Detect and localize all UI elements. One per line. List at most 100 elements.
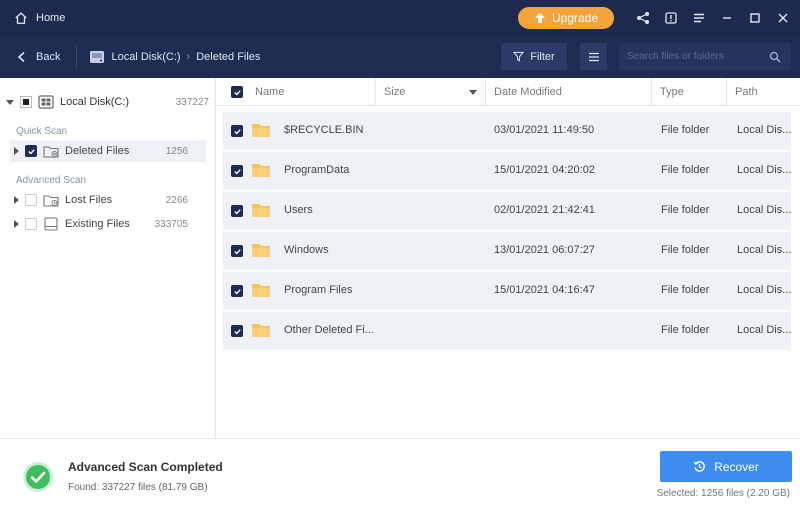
column-header-size[interactable]: Size [376,78,486,106]
breadcrumb-item-disk[interactable]: Local Disk(C:) [111,51,180,63]
row-checkbox[interactable] [231,125,243,137]
filter-icon [513,51,525,62]
root-checkbox[interactable] [20,96,32,108]
column-header-label: Size [384,86,406,98]
sidebar-item-lost-files[interactable]: Lost Files 2266 [10,189,206,211]
cell-name: Windows [284,244,329,256]
home-button[interactable]: Home [14,11,65,25]
column-header-path[interactable]: Path [727,78,800,106]
upgrade-button[interactable]: Upgrade [518,7,614,29]
share-icon[interactable] [636,11,650,25]
column-header-name[interactable]: Name [217,78,376,106]
folder-icon [252,324,270,337]
sidebar-item-count: 2266 [165,194,188,206]
cell-date: 13/01/2021 06:07:27 [494,244,595,256]
cell-name: ProgramData [284,164,350,176]
cell-name: Other Deleted Fi... [284,324,374,336]
tree-root-local-disk[interactable]: Local Disk(C:) 337227 [6,94,211,110]
title-bar: Home Upgrade [0,0,800,36]
back-label: Back [36,51,61,63]
row-checkbox[interactable] [231,285,243,297]
column-header-label: Name [255,86,285,98]
home-icon [15,12,27,24]
expand-triangle-icon[interactable] [14,147,19,155]
feedback-icon[interactable] [664,11,678,25]
cell-path: Local Dis... [737,244,791,256]
recover-label: Recover [714,459,759,474]
cell-type: File folder [661,284,710,296]
root-count: 337227 [175,96,209,108]
scan-found-summary: Found: 337227 files (81.79 GB) [68,482,208,493]
maximize-icon[interactable] [748,11,762,25]
sidebar-item-label: Existing Files [65,218,130,230]
success-check-icon [23,462,53,492]
close-icon[interactable] [776,11,790,25]
minimize-icon[interactable] [720,11,734,25]
list-view-button[interactable] [580,43,607,70]
expand-triangle-icon[interactable] [14,220,19,228]
row-checkbox[interactable] [231,325,243,337]
menu-icon[interactable] [692,11,706,25]
sidebar-item-count: 1256 [165,145,188,157]
cell-type: File folder [661,164,710,176]
select-all-checkbox[interactable] [231,86,243,98]
table-row[interactable]: Program Files 15/01/2021 04:16:47 File fol… [223,272,791,310]
nav-bar: Back Local Disk(C:) › Deleted Files Filt… [0,36,800,78]
row-checkbox[interactable] [231,205,243,217]
arrow-left-icon [17,51,25,63]
folder-icon [252,244,270,257]
cell-path: Local Dis... [737,324,791,336]
cell-name: $RECYCLE.BIN [284,124,364,136]
filter-label: Filter [530,50,555,63]
recover-button[interactable]: Recover [660,451,792,482]
column-header-label: Type [660,86,684,98]
row-checkbox[interactable] [231,245,243,257]
sidebar: Local Disk(C:) 337227 Quick Scan Deleted… [0,78,216,438]
column-header-date[interactable]: Date Modified [486,78,652,106]
sidebar-item-deleted-files[interactable]: Deleted Files 1256 [10,140,206,162]
row-checkbox[interactable] [231,165,243,177]
lost-files-checkbox[interactable] [25,194,37,206]
chevron-right-icon: › [186,51,191,63]
scan-status-title: Advanced Scan Completed [68,460,223,474]
cell-path: Local Dis... [737,164,791,176]
existing-files-checkbox[interactable] [25,218,37,230]
search-icon[interactable] [769,51,781,63]
table-row[interactable]: ProgramData 15/01/2021 04:20:02 File folde… [223,152,791,190]
search-input[interactable] [619,51,759,62]
expand-triangle-icon[interactable] [14,196,19,204]
selected-summary: Selected: 1256 files (2.20 GB) [656,488,790,499]
cell-type: File folder [661,244,710,256]
status-footer: Advanced Scan Completed Found: 337227 fi… [0,438,800,512]
cell-name: Program Files [284,284,353,296]
cell-name: Users [284,204,313,216]
disk-icon [38,95,54,109]
home-label: Home [36,12,66,24]
cell-date: 15/01/2021 04:16:47 [494,284,595,296]
nav-divider [76,46,78,68]
sidebar-item-label: Deleted Files [65,145,130,157]
expand-triangle-icon[interactable] [6,99,14,105]
cell-date: 03/01/2021 11:49:50 [494,124,595,136]
cell-type: File folder [661,204,710,216]
deleted-files-checkbox[interactable] [25,145,37,157]
back-button[interactable]: Back [16,51,60,63]
cell-path: Local Dis... [737,204,791,216]
recover-icon [693,461,706,472]
disk-icon [90,51,105,63]
breadcrumb: Local Disk(C:) › Deleted Files [89,50,260,64]
folder-icon [252,284,270,297]
cell-date: 15/01/2021 04:20:02 [494,164,595,176]
table-row[interactable]: $RECYCLE.BIN 03/01/2021 11:49:50 File fold… [223,112,791,150]
filter-button[interactable]: Filter [501,43,567,70]
table-row[interactable]: Users 02/01/2021 21:42:41 File folder Local… [223,192,791,230]
column-header-type[interactable]: Type [652,78,727,106]
cell-date: 02/01/2021 21:42:41 [494,204,595,216]
sidebar-item-count: 333705 [154,218,188,230]
sidebar-item-existing-files[interactable]: Existing Files 333705 [10,213,206,235]
table-row[interactable]: Other Deleted Fi... File folder Local Dis.… [223,312,791,350]
breadcrumb-item-deleted-files[interactable]: Deleted Files [196,51,260,63]
upgrade-label: Upgrade [551,11,599,25]
file-table: Name Size Date Modified Type Path $RECYC… [217,78,800,438]
table-row[interactable]: Windows 13/01/2021 06:07:27 File folder Loc… [223,232,791,270]
